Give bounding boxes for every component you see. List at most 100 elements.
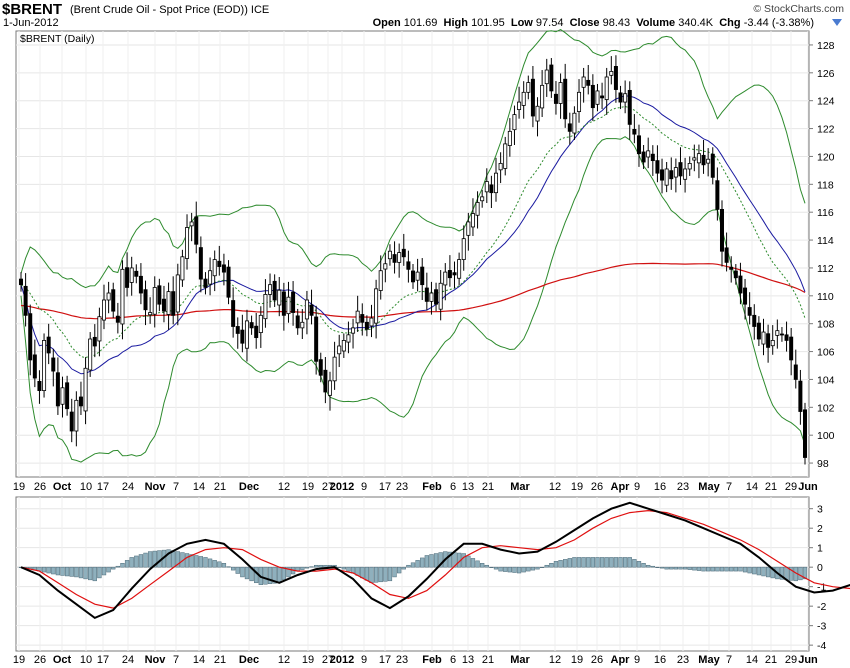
candle-body	[18, 278, 23, 286]
x-tick-label: 21	[482, 481, 494, 493]
candle-body	[553, 93, 558, 104]
x-tick-label: 26	[591, 654, 603, 666]
candle-body	[272, 280, 277, 301]
macd-histogram-bar	[304, 566, 310, 569]
candle-body	[254, 325, 259, 339]
chart-canvas: $BRENT (Daily) 9810010210410610811011211…	[13, 29, 850, 666]
candle-body	[138, 275, 143, 294]
candle-body	[475, 202, 480, 216]
candle-body	[655, 160, 660, 174]
candle-body	[687, 163, 692, 170]
macd-histogram-bar	[549, 563, 554, 568]
candle-body	[78, 396, 83, 407]
candle-body	[660, 169, 665, 181]
x-tick-label: 17	[379, 481, 391, 493]
macd-histogram-bar	[507, 566, 512, 573]
candle-body	[761, 331, 766, 345]
candle-body	[701, 154, 706, 166]
macd-histogram-bar	[226, 566, 231, 568]
candle-body	[134, 270, 139, 277]
candle-body	[503, 143, 508, 169]
candle-body	[152, 287, 157, 315]
candle-body	[157, 285, 162, 305]
macd-histogram-bar	[756, 566, 762, 576]
candle-body	[208, 270, 213, 285]
candle-body	[42, 340, 47, 391]
price-y-tick-label: 112	[817, 263, 834, 275]
candle-body	[332, 356, 337, 382]
macd-histogram-bar	[244, 566, 250, 580]
candle-body	[281, 291, 286, 316]
macd-histogram-bar	[604, 557, 609, 568]
candle-body	[106, 292, 111, 301]
candle-body	[692, 157, 697, 161]
macd-histogram-bar	[433, 553, 439, 568]
macd-histogram-bar	[544, 564, 549, 568]
price-x-axis: 19 26 Oct 10 17 24 Nov 7 14 21 Dec 12 19 272012 9 17 23 F…	[13, 481, 818, 493]
candle-body	[452, 272, 457, 276]
macd-histogram-bar	[230, 566, 236, 571]
candle-body	[258, 314, 263, 334]
candle-body	[129, 267, 134, 283]
candle-body	[443, 271, 448, 286]
candle-body	[438, 282, 443, 310]
candle-body	[304, 299, 309, 320]
x-tick-label: 29	[785, 481, 797, 493]
macd-histogram-bar	[609, 557, 614, 568]
macd-histogram-bar	[346, 566, 351, 572]
candle-body	[102, 299, 107, 321]
macd-histogram-bar	[387, 566, 393, 582]
macd-histogram-bar	[203, 557, 208, 568]
macd-histogram-bar	[599, 557, 605, 568]
x-tick-label: Jun	[798, 481, 818, 493]
x-tick-label: 7	[173, 654, 179, 666]
macd-histogram-bar	[563, 559, 568, 568]
candle-body	[489, 184, 494, 194]
price-panel	[15, 30, 810, 478]
macd-histogram-bar	[729, 566, 734, 572]
macd-histogram-bar	[636, 561, 642, 568]
macd-histogram-bar	[184, 553, 190, 568]
price-y-tick-label: 98	[817, 458, 829, 470]
candle-body	[729, 266, 734, 270]
x-tick-label: 26	[34, 481, 46, 493]
candle-body	[46, 336, 51, 354]
x-tick-label: 6	[450, 654, 456, 666]
macd-histogram-bar	[64, 566, 70, 577]
candle-body	[678, 162, 683, 177]
macd-histogram-bar	[650, 565, 655, 568]
candle-body	[457, 259, 462, 279]
candle-body	[535, 105, 540, 122]
x-tick-label: 19	[13, 654, 25, 666]
candle-body	[609, 71, 614, 76]
price-y-tick-label: 126	[817, 68, 835, 80]
macd-histogram-bar	[410, 562, 416, 568]
x-tick-label: Apr	[611, 654, 631, 666]
price-y-tick-label: 104	[817, 374, 835, 386]
candle-body	[263, 294, 268, 320]
macd-histogram-bar	[92, 566, 97, 582]
macd-histogram-bar	[194, 555, 199, 568]
x-tick-label: Apr	[611, 481, 631, 493]
macd-histogram-bar	[733, 566, 738, 572]
macd-histogram-bar	[516, 566, 522, 574]
candle-body	[221, 264, 226, 273]
macd-histogram-bar	[337, 566, 342, 568]
candle-body	[355, 310, 360, 324]
macd-histogram-bar	[724, 566, 729, 572]
macd-histogram-bar	[420, 557, 425, 568]
candle-body	[447, 270, 452, 279]
macd-histogram-bar	[572, 557, 577, 568]
candle-body	[83, 367, 88, 412]
macd-histogram-bar	[318, 564, 323, 568]
macd-histogram-bar	[466, 555, 471, 568]
macd-histogram-bar	[489, 566, 494, 568]
candle-body	[798, 380, 803, 412]
candle-body	[249, 322, 254, 329]
macd-histogram-bar	[401, 566, 406, 570]
price-legend: $BRENT (Daily)	[20, 33, 94, 45]
macd-histogram-bar	[364, 566, 370, 581]
x-tick-label: 26	[34, 654, 46, 666]
macd-histogram-bar	[498, 566, 503, 572]
candle-body	[590, 84, 595, 109]
